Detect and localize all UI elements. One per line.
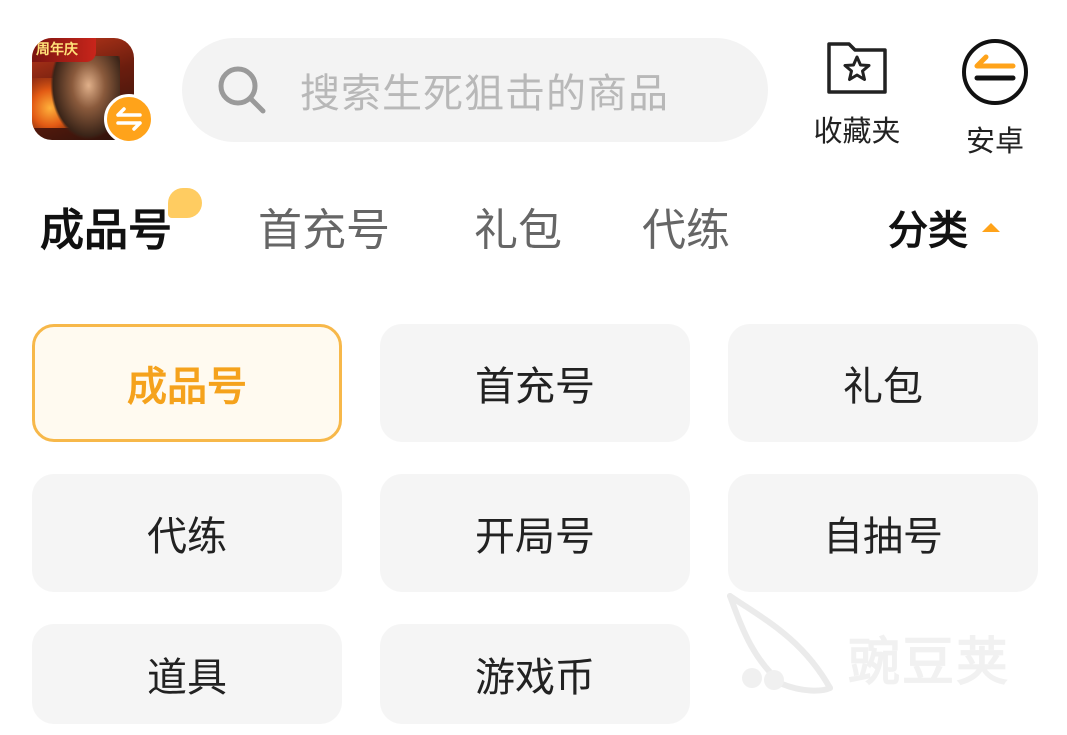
tab-first-recharge[interactable]: 首充号 bbox=[258, 194, 390, 258]
star-folder-icon bbox=[825, 38, 889, 100]
grid-item-items[interactable]: 道具 bbox=[32, 624, 342, 724]
tab-power-leveling[interactable]: 代练 bbox=[642, 194, 730, 258]
category-toggle[interactable]: 分类 bbox=[888, 198, 1000, 256]
favorites-button[interactable]: 收藏夹 bbox=[802, 38, 912, 148]
grid-item-first-recharge[interactable]: 首充号 bbox=[380, 324, 690, 442]
tab-finished-account[interactable]: 成品号 bbox=[40, 194, 172, 258]
platform-switch-button[interactable]: 安卓 bbox=[940, 38, 1050, 158]
tab-gift-pack[interactable]: 礼包 bbox=[474, 194, 562, 258]
tab-bar: 成品号 首充号 礼包 代练 分类 bbox=[0, 180, 1067, 270]
grid-item-starter-account[interactable]: 开局号 bbox=[380, 474, 690, 592]
swap-badge-icon[interactable] bbox=[104, 94, 154, 144]
search-placeholder: 搜索生死狙击的商品 bbox=[300, 71, 669, 117]
anniversary-banner: 周年庆 bbox=[32, 38, 96, 62]
watermark: 豌豆荚 bbox=[722, 588, 1042, 708]
favorites-label: 收藏夹 bbox=[813, 114, 901, 148]
grid-item-gift-pack[interactable]: 礼包 bbox=[728, 324, 1038, 442]
swap-arrows-icon bbox=[961, 38, 1029, 110]
search-icon bbox=[214, 62, 270, 118]
category-label: 分类 bbox=[888, 208, 968, 254]
platform-label: 安卓 bbox=[965, 124, 1024, 158]
grid-item-power-leveling[interactable]: 代练 bbox=[32, 474, 342, 592]
tab-indicator-dot bbox=[168, 188, 202, 218]
grid-item-self-draw-account[interactable]: 自抽号 bbox=[728, 474, 1038, 592]
grid-item-game-currency[interactable]: 游戏币 bbox=[380, 624, 690, 724]
search-bar[interactable]: 搜索生死狙击的商品 bbox=[182, 38, 768, 142]
grid-item-finished-account[interactable]: 成品号 bbox=[32, 324, 342, 442]
pea-pod-logo bbox=[727, 593, 833, 694]
watermark-text: 豌豆荚 bbox=[848, 633, 1011, 693]
caret-up-icon bbox=[982, 222, 1000, 232]
tab-fade-overlay bbox=[800, 180, 880, 270]
